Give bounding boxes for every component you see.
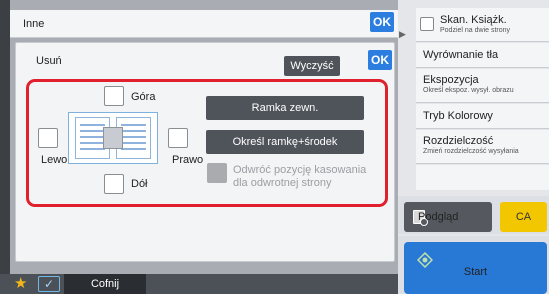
menu-item-label: Tryb Kolorowy [423, 110, 493, 122]
text-line [80, 130, 105, 132]
text-line [121, 142, 146, 144]
text-line [121, 148, 146, 150]
text-line [80, 142, 105, 144]
clear-button[interactable]: Wyczyść [284, 56, 340, 76]
right-label: Prawo [172, 154, 204, 166]
dialog-ok-button[interactable]: OK [368, 50, 392, 70]
text-line [121, 136, 146, 138]
check-icon[interactable]: ✓ [38, 276, 60, 292]
inne-header [10, 10, 398, 38]
text-line [121, 130, 146, 132]
text-line [80, 148, 105, 150]
dialog-title: Usuń [36, 55, 62, 67]
frame-center-button[interactable]: Określ ramkę+środek [206, 130, 364, 154]
expand-arrow-icon[interactable]: ▶ [399, 28, 411, 40]
menu-item-sub: Zmień rozdzielczość wysyłania [423, 148, 519, 155]
menu-item-label: Wyrównanie tła [423, 49, 499, 61]
start-label: Start [463, 266, 488, 278]
bottom-label: Dół [131, 178, 148, 190]
outer-frame-button[interactable]: Ramka zewn. [206, 96, 364, 120]
screen: ▶ Skan. Książk. Podziel na dwie strony W… [0, 0, 549, 294]
top-checkbox[interactable] [104, 86, 124, 106]
menu-item-sub: Podziel na dwie strony [440, 27, 511, 34]
reverse-label: Odwróć pozycję kasowania dla odwrotnej s… [233, 164, 366, 190]
left-strip [0, 0, 10, 294]
left-label: Lewo [41, 154, 68, 166]
menu-item-background[interactable]: Wyrównanie tła [416, 43, 549, 68]
menu-item-sub: Określ ekspoz. wysył. obrazu [423, 87, 514, 94]
menu-item-exposure[interactable]: Ekspozycja Określ ekspoz. wysył. obrazu [416, 69, 549, 103]
menu-item-label: Rozdzielczość [423, 135, 494, 147]
center-gutter [103, 127, 123, 149]
menu-item-book-scan[interactable]: Skan. Książk. Podziel na dwie strony [416, 8, 549, 42]
back-button[interactable]: Cofnij [64, 274, 146, 294]
reverse-checkbox [207, 163, 227, 183]
text-line [80, 124, 105, 126]
text-line [80, 136, 105, 138]
star-icon[interactable]: ★ [14, 276, 30, 292]
reverse-line-1: Odwróć pozycję kasowania [233, 164, 367, 176]
preview-button[interactable]: Podgląd [404, 202, 492, 232]
preview-label: Podgląd [418, 211, 459, 223]
inne-title: Inne [23, 18, 45, 30]
menu-item-resolution[interactable]: Rozdzielczość Zmień rozdzielczość wysyła… [416, 130, 549, 164]
book-scan-checkbox[interactable] [420, 17, 434, 31]
inne-ok-button[interactable]: OK [370, 12, 394, 32]
reverse-line-2: dla odwrotnej strony [233, 177, 332, 189]
start-button[interactable]: Start [404, 242, 547, 294]
menu-item-color-mode[interactable]: Tryb Kolorowy [416, 104, 549, 129]
page-layout-icon [68, 112, 158, 164]
top-label: Góra [131, 91, 156, 103]
ca-button[interactable]: CA [500, 202, 547, 232]
left-checkbox[interactable] [38, 128, 58, 148]
menu-item-label: Ekspozycja [423, 74, 479, 86]
menu-item-empty [416, 165, 549, 190]
bottom-checkbox[interactable] [104, 174, 124, 194]
right-checkbox[interactable] [168, 128, 188, 148]
menu-item-label: Skan. Książk. [440, 14, 507, 26]
text-line [121, 124, 146, 126]
